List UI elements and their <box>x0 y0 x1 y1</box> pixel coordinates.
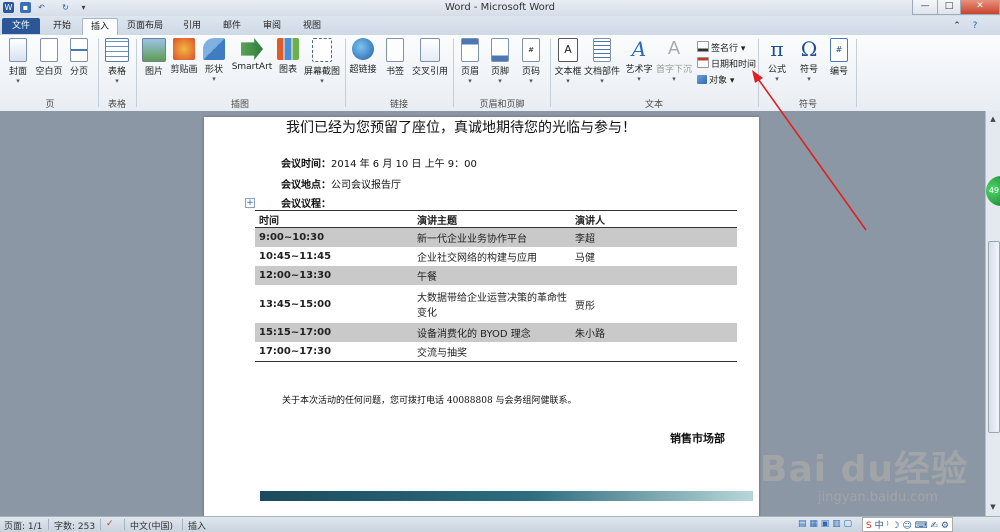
watermark-url: jingyan.baidu.com <box>818 490 938 505</box>
baidu-watermark: Bai du经验 jingyan.baidu.com <box>760 440 969 505</box>
baidu-logo: Bai du经验 <box>760 449 969 490</box>
